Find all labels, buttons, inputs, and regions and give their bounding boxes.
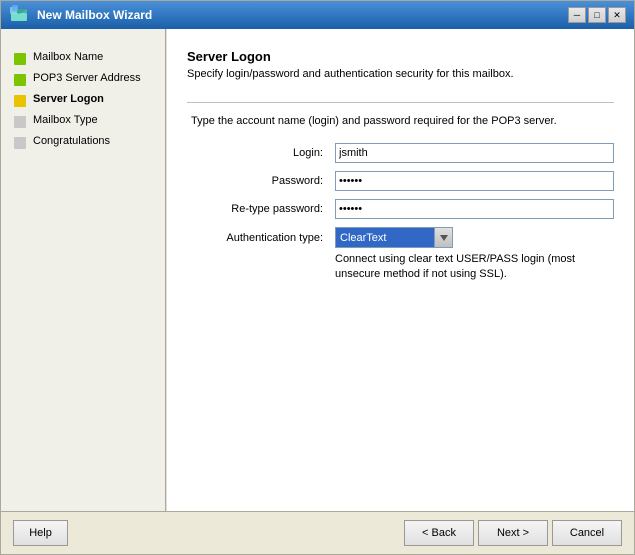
auth-select-wrap: ClearText <box>335 227 453 248</box>
auth-type-label: Authentication type: <box>207 232 327 244</box>
auth-type-row: ClearText <box>335 227 614 248</box>
sidebar-item-pop3-server[interactable]: POP3 Server Address <box>9 70 157 89</box>
next-button[interactable]: Next > <box>478 520 548 546</box>
title-controls: ─ □ ✕ <box>568 7 626 23</box>
password-label: Password: <box>207 175 327 187</box>
auth-select-value: ClearText <box>340 232 386 244</box>
minimize-button[interactable]: ─ <box>568 7 586 23</box>
title-bar: New Mailbox Wizard ─ □ ✕ <box>1 1 634 29</box>
section-desc: Specify login/password and authenticatio… <box>187 68 614 80</box>
auth-dropdown-button[interactable] <box>435 227 453 248</box>
sidebar: Mailbox Name POP3 Server Address Server … <box>1 29 166 511</box>
login-input[interactable] <box>335 143 614 163</box>
auth-select-display[interactable]: ClearText <box>335 227 435 248</box>
form-grid: Login: Password: Re-type password: Authe… <box>187 143 614 283</box>
help-button[interactable]: Help <box>13 520 68 546</box>
auth-hint-area: Connect using clear text USER/PASS login… <box>207 256 614 283</box>
retype-label: Re-type password: <box>207 203 327 215</box>
instruction-text: Type the account name (login) and passwo… <box>187 115 614 127</box>
content-panel: Server Logon Specify login/password and … <box>166 29 634 511</box>
sidebar-item-server-logon[interactable]: Server Logon <box>9 91 157 110</box>
sidebar-label-pop3-server: POP3 Server Address <box>33 72 141 84</box>
auth-hint: Connect using clear text USER/PASS login… <box>335 252 614 283</box>
sidebar-label-server-logon: Server Logon <box>33 93 104 105</box>
window-title: New Mailbox Wizard <box>37 8 152 22</box>
login-label: Login: <box>207 147 327 159</box>
password-input[interactable] <box>335 171 614 191</box>
close-button[interactable]: ✕ <box>608 7 626 23</box>
wizard-icon <box>9 5 29 25</box>
wizard-window: New Mailbox Wizard ─ □ ✕ Mailbox Name PO… <box>0 0 635 555</box>
sidebar-item-congratulations[interactable]: Congratulations <box>9 133 157 152</box>
sidebar-label-mailbox-type: Mailbox Type <box>33 114 98 126</box>
sidebar-label-congratulations: Congratulations <box>33 135 110 147</box>
section-title: Server Logon <box>187 49 614 64</box>
sidebar-item-mailbox-name[interactable]: Mailbox Name <box>9 49 157 68</box>
sidebar-item-mailbox-type[interactable]: Mailbox Type <box>9 112 157 131</box>
sidebar-label-mailbox-name: Mailbox Name <box>33 51 103 63</box>
maximize-button[interactable]: □ <box>588 7 606 23</box>
wizard-body: Mailbox Name POP3 Server Address Server … <box>1 29 634 511</box>
retype-password-input[interactable] <box>335 199 614 219</box>
back-button[interactable]: < Back <box>404 520 474 546</box>
cancel-button[interactable]: Cancel <box>552 520 622 546</box>
content-header: Server Logon Specify login/password and … <box>187 49 614 103</box>
bottom-bar: Help < Back Next > Cancel <box>1 511 634 554</box>
